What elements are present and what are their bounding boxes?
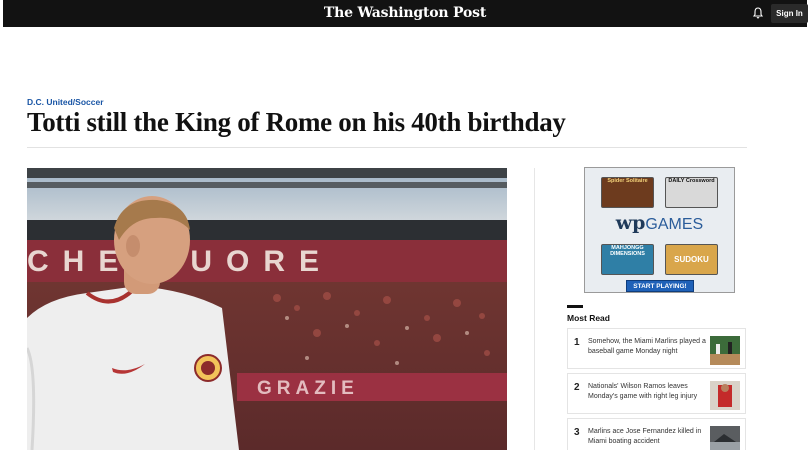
ad-game-daily-crossword[interactable]: DAILY Crossword [665,177,718,208]
section-kicker-link[interactable]: D.C. United/Soccer [27,97,104,107]
wp-games-logo: wpGAMES [615,212,704,234]
most-read-headline[interactable]: Nationals' Wilson Ramos leaves Monday's … [588,382,710,401]
most-read-rank: 1 [574,337,580,348]
ad-game-mahjongg[interactable]: MAHJONGG DIMENSIONS [601,244,654,275]
bell-icon[interactable] [751,6,765,20]
most-read-item[interactable]: 3 Marlins ace Jose Fernandez killed in M… [567,418,746,450]
as-roma-crest-icon [194,354,222,382]
most-read-headline[interactable]: Somehow, the Miami Marlins played a base… [588,337,710,356]
masthead-logo[interactable]: The Washington Post [3,5,807,21]
ad-game-spider-solitaire[interactable]: Spider Solitaire [601,177,654,208]
headline-divider [27,147,747,148]
most-read-rank: 3 [574,427,580,438]
sign-in-button[interactable]: Sign In [771,4,808,23]
ad-game-sudoku[interactable]: SUDOKU [665,244,718,275]
most-read-item[interactable]: 1 Somehow, the Miami Marlins played a ba… [567,328,746,369]
most-read-list: 1 Somehow, the Miami Marlins played a ba… [567,328,746,450]
wp-games-ad[interactable]: Spider Solitaire DAILY Crossword wpGAMES… [584,167,735,293]
top-nav-bar: The Washington Post Sign In [3,0,808,27]
svg-text:GRAZIE: GRAZIE [257,378,359,399]
stadium-scene: CHE CUORE GRAZIE [27,168,507,450]
start-playing-button[interactable]: START PLAYING! [626,280,694,292]
most-read-title: Most Read [567,313,610,323]
most-read-thumbnail[interactable] [710,381,740,410]
most-read-thumbnail[interactable] [710,426,740,450]
article-headline: Totti still the King of Rome on his 40th… [27,107,566,137]
most-read-accent [567,305,583,308]
most-read-rank: 2 [574,382,580,393]
article-lead-photo[interactable]: CHE CUORE GRAZIE [27,168,507,450]
most-read-thumbnail[interactable] [710,336,740,365]
most-read-item[interactable]: 2 Nationals' Wilson Ramos leaves Monday'… [567,373,746,414]
most-read-headline[interactable]: Marlins ace Jose Fernandez killed in Mia… [588,427,710,446]
column-divider [534,168,535,450]
